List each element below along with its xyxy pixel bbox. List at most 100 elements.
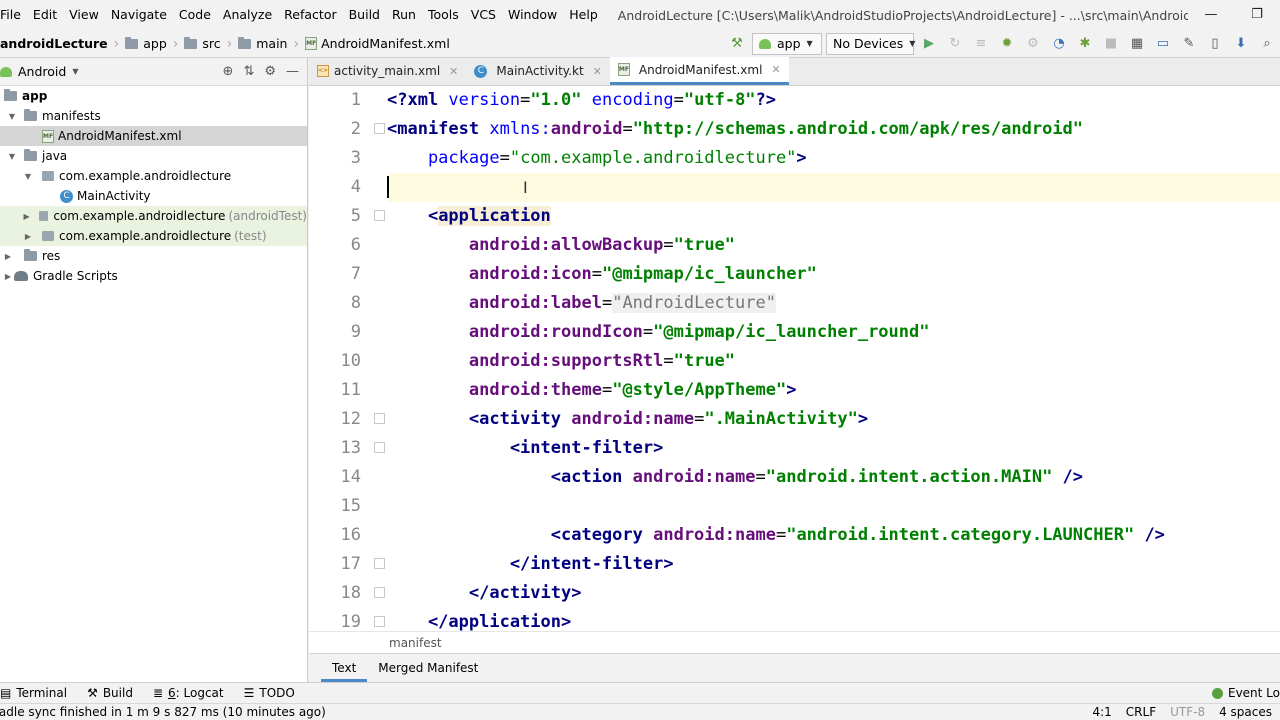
menu-run[interactable]: Run — [386, 0, 422, 30]
debug-android-icon[interactable]: ✱ — [1074, 34, 1096, 54]
editor-breadcrumb-item[interactable]: manifest — [389, 636, 442, 650]
fold-marker-icon[interactable] — [374, 558, 385, 569]
fold-marker-icon[interactable] — [374, 616, 385, 627]
code-token: = — [673, 90, 684, 110]
breadcrumb-module[interactable]: app — [121, 36, 171, 51]
dropdown-arrow-icon: ▼ — [806, 39, 813, 48]
breadcrumb-file[interactable]: MF AndroidManifest.xml — [301, 36, 454, 51]
menu-build[interactable]: Build — [343, 0, 386, 30]
minimize-button[interactable]: — — [1188, 0, 1234, 30]
fold-marker-icon[interactable] — [374, 210, 385, 221]
tree-item-package-main[interactable]: ▼ com.example.androidlecture — [0, 166, 307, 186]
menu-help[interactable]: Help — [563, 0, 604, 30]
menu-edit[interactable]: Edit — [27, 0, 63, 30]
collapsed-arrow-icon[interactable]: ▶ — [22, 232, 34, 241]
tree-item-android-manifest[interactable]: MF AndroidManifest.xml — [0, 126, 307, 146]
maximize-button[interactable]: ❐ — [1234, 0, 1280, 30]
tab-merged-manifest[interactable]: Merged Manifest — [367, 654, 489, 682]
sync-gradle-icon[interactable]: ▭ — [1152, 34, 1174, 54]
attach-debugger-icon[interactable]: ⚙ — [1022, 34, 1044, 54]
fold-marker-icon[interactable] — [374, 123, 385, 134]
fold-marker-icon[interactable] — [374, 413, 385, 424]
code-line-4 — [387, 173, 1280, 202]
status-message[interactable]: radle sync finished in 1 m 9 s 827 ms (1… — [0, 705, 1092, 719]
gear-icon[interactable]: ⚙ — [264, 64, 276, 79]
tab-main-activity-kt[interactable]: C MainActivity.kt ✕ — [466, 57, 610, 85]
breadcrumb-src[interactable]: src — [180, 36, 224, 51]
collapsed-arrow-icon[interactable]: ▶ — [2, 272, 14, 281]
code-token: "@mipmap/ic_launcher" — [601, 264, 817, 284]
device-manager-icon[interactable]: ▯ — [1204, 34, 1226, 54]
expanded-arrow-icon[interactable]: ▼ — [6, 112, 18, 121]
line-number: 10 — [340, 351, 361, 371]
apply-changes-icon[interactable]: ↻ — [944, 34, 966, 54]
project-view-select[interactable]: Android ▼ — [0, 64, 78, 79]
menu-analyze[interactable]: Analyze — [217, 0, 278, 30]
tree-item-res[interactable]: ▶ res — [0, 246, 307, 266]
tree-item-main-activity[interactable]: C MainActivity — [0, 186, 307, 206]
menu-refactor[interactable]: Refactor — [278, 0, 342, 30]
collapsed-arrow-icon[interactable]: ▶ — [2, 252, 14, 261]
collapsed-arrow-icon[interactable]: ▶ — [22, 212, 31, 221]
caret-position[interactable]: 4:1 — [1092, 705, 1111, 719]
todo-button[interactable]: ☰ TODO — [234, 686, 305, 700]
folder-icon — [238, 36, 252, 49]
line-number: 2 — [350, 119, 361, 139]
breadcrumb-main[interactable]: main — [234, 36, 291, 51]
device-select[interactable]: No Devices ▼ — [826, 32, 915, 55]
code-line-18: </activity> — [387, 579, 1280, 608]
tree-item-package-test[interactable]: ▶ com.example.androidlecture (test) — [0, 226, 307, 246]
fold-marker-icon[interactable] — [374, 587, 385, 598]
debug-icon[interactable]: ✹ — [996, 34, 1018, 54]
menu-view[interactable]: View — [63, 0, 105, 30]
file-encoding[interactable]: UTF-8 — [1170, 705, 1205, 719]
menu-file[interactable]: File — [0, 0, 27, 30]
tree-item-java[interactable]: ▼ java — [0, 146, 307, 166]
profile-icon[interactable]: ◔ — [1048, 34, 1070, 54]
close-icon[interactable]: ✕ — [449, 65, 458, 78]
tree-item-manifests[interactable]: ▼ manifests — [0, 106, 307, 126]
tree-item-package-android-test[interactable]: ▶ com.example.androidlecture (androidTes… — [0, 206, 307, 226]
event-log-button[interactable]: Event Lo — [1211, 686, 1280, 700]
editor-breadcrumb[interactable]: manifest — [309, 631, 1280, 653]
hide-panel-icon[interactable]: — — [286, 64, 299, 79]
close-icon[interactable]: ✕ — [593, 65, 602, 78]
tree-item-gradle-scripts[interactable]: ▶ Gradle Scripts — [0, 266, 307, 286]
terminal-button[interactable]: ▤ Terminal — [0, 686, 77, 700]
code-line-8: android:label="AndroidLecture" — [387, 289, 1280, 318]
project-structure-icon[interactable]: ▦ — [1126, 34, 1148, 54]
code-editor[interactable]: 1 2 3 4 5 6 7 8 9 10 11 12 13 14 15 16 1… — [309, 86, 1280, 631]
menu-navigate[interactable]: Navigate — [105, 0, 173, 30]
tab-android-manifest-xml[interactable]: MF AndroidManifest.xml ✕ — [609, 57, 789, 85]
close-icon[interactable]: ✕ — [771, 63, 780, 76]
menu-vcs[interactable]: VCS — [465, 0, 502, 30]
code-token: "@mipmap/ic_launcher_round" — [653, 322, 930, 342]
collapse-all-icon[interactable]: ⇅ — [243, 64, 254, 79]
build-button[interactable]: ⚒ Build — [77, 686, 143, 700]
breadcrumb-project[interactable]: androidLecture — [0, 36, 112, 51]
make-project-hammer-icon[interactable]: ⚒ — [726, 34, 748, 54]
expanded-arrow-icon[interactable]: ▼ — [22, 172, 34, 181]
stop-icon[interactable]: ■ — [1100, 34, 1122, 54]
avd-manager-icon[interactable]: ✎ — [1178, 34, 1200, 54]
logcat-icon: ≣ — [152, 686, 164, 700]
fold-marker-icon[interactable] — [374, 442, 385, 453]
tab-activity-main-xml[interactable]: <> activity_main.xml ✕ — [309, 57, 466, 85]
run-icon[interactable]: ▶ — [918, 34, 940, 54]
menu-tools[interactable]: Tools — [422, 0, 465, 30]
code-token: </activity> — [387, 583, 582, 603]
logcat-button[interactable]: ≣ 6: Logcat — [143, 686, 234, 700]
indent-setting[interactable]: 4 spaces — [1219, 705, 1272, 719]
expanded-arrow-icon[interactable]: ▼ — [6, 152, 18, 161]
locate-file-icon[interactable]: ⊕ — [223, 64, 234, 79]
menu-window[interactable]: Window — [502, 0, 563, 30]
sdk-manager-icon[interactable]: ⬇ — [1230, 34, 1252, 54]
line-separator[interactable]: CRLF — [1126, 705, 1156, 719]
tree-item-app[interactable]: app — [0, 86, 307, 106]
tab-text[interactable]: Text — [321, 654, 368, 682]
coverage-icon[interactable]: ≡ — [970, 34, 992, 54]
menu-code[interactable]: Code — [173, 0, 217, 30]
code-token: = — [694, 409, 705, 429]
run-config-select[interactable]: app ▼ — [752, 32, 822, 55]
search-icon[interactable]: ⌕ — [1256, 34, 1278, 54]
